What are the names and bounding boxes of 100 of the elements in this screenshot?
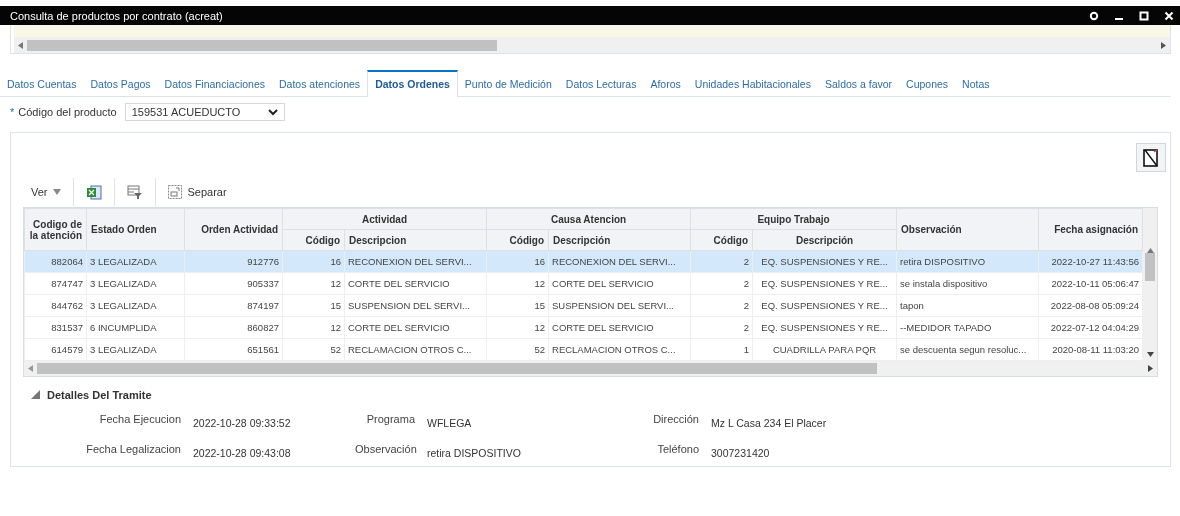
table-cell: CORTE DEL SERVICIO (548, 316, 691, 339)
table-cell: EQ. SUSPENSIONES Y RE... (752, 294, 897, 317)
tab[interactable]: Punto de Medición (457, 70, 559, 96)
field-value: 3007231420 (711, 446, 771, 459)
tab[interactable]: Datos Ordenes (367, 70, 458, 97)
column-header[interactable]: Causa Atencion (486, 208, 691, 230)
tab[interactable]: Unidades Habitacionales (687, 70, 818, 96)
tab[interactable]: Notas (955, 70, 997, 96)
horizontal-scrollbar[interactable] (24, 361, 1158, 376)
field-label: Dirección (652, 413, 699, 427)
field-label: Fecha Ejecucion (98, 413, 181, 427)
field-label: Teléfono (656, 443, 699, 457)
scrollbar-thumb[interactable] (37, 363, 877, 374)
table-cell: CORTE DEL SERVICIO (548, 272, 691, 295)
tab[interactable]: Saldos a favor (817, 70, 900, 96)
table-cell: tapon (896, 294, 1039, 317)
vertical-scrollbar[interactable] (1143, 208, 1158, 361)
table-cell: --MEDIDOR TAPADO (896, 316, 1039, 339)
column-header[interactable]: Codigo de la atención (24, 208, 87, 251)
table-cell: CORTE DEL SERVICIO (344, 316, 487, 339)
table-cell: 2022-08-08 05:09:24 (1038, 294, 1143, 317)
scroll-down-icon[interactable] (1146, 352, 1154, 357)
table-cell: 12 (282, 272, 345, 295)
scrollbar-thumb[interactable] (1145, 253, 1156, 281)
table-cell: 614579 (24, 338, 87, 361)
table-cell: 2022-07-12 04:04:29 (1038, 316, 1143, 339)
column-header[interactable]: Orden Actividad (184, 208, 283, 251)
disclosure-triangle-icon[interactable] (31, 390, 41, 400)
table-cell: 12 (486, 316, 549, 339)
tab[interactable]: Aforos (643, 70, 688, 96)
table-cell: 844762 (24, 294, 87, 317)
horizontal-scrollbar[interactable] (14, 37, 1171, 53)
table-cell: 15 (486, 294, 549, 317)
table-cell: retira DISPOSITIVO (896, 250, 1039, 273)
field-label: Observación (355, 443, 415, 457)
table-cell: 860827 (184, 316, 283, 339)
scroll-right-icon[interactable] (1148, 365, 1154, 372)
table-cell: RECONEXION DEL SERVI... (344, 250, 487, 273)
view-menu[interactable]: Ver (31, 186, 61, 198)
table-cell: 831537 (24, 316, 87, 339)
table-cell: 3 LEGALIZADA (86, 294, 185, 317)
table-cell: 2 (690, 294, 753, 317)
table-cell: SUSPENSION DEL SERVI... (344, 294, 487, 317)
column-header[interactable]: Observación (896, 208, 1039, 251)
tab[interactable]: Datos Financiaciones (157, 70, 272, 96)
scrollbar-thumb[interactable] (27, 39, 497, 51)
field-value: Mz L Casa 234 El Placer (711, 416, 828, 429)
table-cell: 2020-08-11 11:03:20 (1038, 338, 1143, 361)
note-button[interactable] (1136, 143, 1167, 172)
table-cell: se instala dispositivo (896, 272, 1039, 295)
close-icon[interactable] (1164, 10, 1174, 21)
field-value: WFLEGA (427, 416, 473, 429)
tab[interactable]: Datos Lecturas (558, 70, 644, 96)
tab[interactable]: Datos Cuentas (0, 70, 84, 96)
table-cell: 1 (690, 338, 753, 361)
table-cell: EQ. SUSPENSIONES Y RE... (752, 272, 897, 295)
tab[interactable]: Datos Pagos (83, 70, 158, 96)
notepad-icon (1142, 147, 1161, 168)
table-cell: 6 INCUMPLIDA (86, 316, 185, 339)
tab[interactable]: Datos atenciones (272, 70, 368, 96)
table-cell: 3 LEGALIZADA (86, 272, 185, 295)
field-value: 2022-10-28 09:33:52 (193, 416, 292, 429)
field-label: Fecha Legalizacion (85, 443, 181, 457)
tab[interactable]: Cupones (899, 70, 956, 96)
maximize-icon[interactable] (1139, 10, 1149, 21)
table-cell: 2 (690, 272, 753, 295)
caret-icon (52, 189, 61, 195)
chevron-down-icon (268, 108, 279, 116)
table-cell: 874747 (24, 272, 87, 295)
table-cell: 12 (282, 316, 345, 339)
pin-icon[interactable] (1089, 10, 1099, 21)
section-title: Detalles Del Tramite (47, 389, 152, 401)
column-header[interactable]: Fecha asignación (1038, 208, 1143, 251)
table-cell: 874197 (184, 294, 283, 317)
detach-button[interactable]: Separar (167, 185, 227, 199)
product-select[interactable]: 159531 ACUEDUCTO (124, 103, 286, 121)
table-cell: se descuenta segun resoluc... (896, 338, 1039, 361)
table-cell: 3 LEGALIZADA (86, 338, 185, 361)
table-cell: 52 (282, 338, 345, 361)
table-cell: RECLAMACION OTROS C... (344, 338, 487, 361)
table-cell: CORTE DEL SERVICIO (344, 272, 487, 295)
field-label: Programa (365, 413, 415, 427)
filter-icon[interactable] (126, 184, 143, 200)
table-cell: 15 (282, 294, 345, 317)
scroll-left-icon[interactable] (28, 365, 33, 372)
table-cell: SUSPENSION DEL SERVI... (548, 294, 691, 317)
table-cell: 12 (486, 272, 549, 295)
table-cell: 905337 (184, 272, 283, 295)
column-header[interactable]: Actividad (282, 208, 487, 230)
spreadsheet-icon[interactable] (85, 184, 102, 200)
table-cell: RECONEXION DEL SERVI... (548, 250, 691, 273)
required-mark: * (10, 106, 15, 118)
column-header[interactable]: Equipo Trabajo (690, 208, 897, 230)
table-cell: 882064 (24, 250, 87, 273)
table-cell: EQ. SUSPENSIONES Y RE... (752, 316, 897, 339)
detach-icon (167, 185, 182, 199)
scroll-right-icon[interactable] (1161, 41, 1167, 49)
column-header[interactable]: Estado Orden (86, 208, 185, 251)
scroll-left-icon[interactable] (18, 41, 23, 49)
table-cell: RECLAMACION OTROS C... (548, 338, 691, 361)
